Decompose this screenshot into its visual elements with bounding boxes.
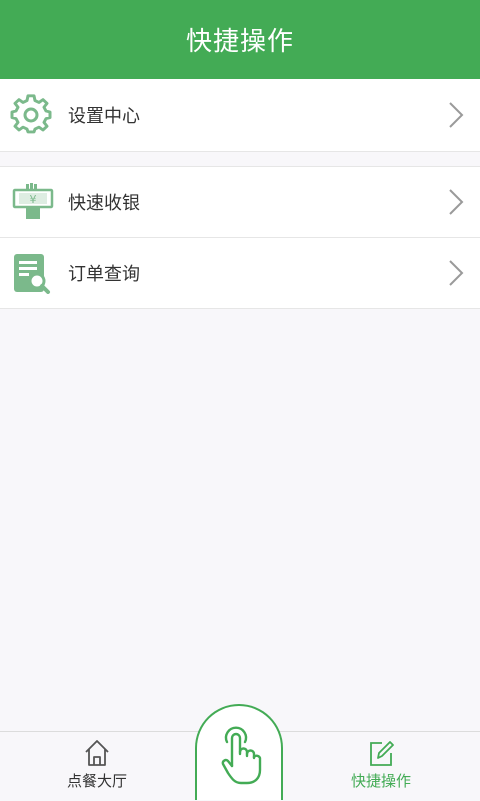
tab-label: 点餐大厅 xyxy=(66,772,127,790)
menu-item-label: 设置中心 xyxy=(68,106,140,127)
divider xyxy=(0,151,480,152)
chevron-right-icon xyxy=(449,102,464,128)
menu-item-label: 订单查询 xyxy=(68,264,140,285)
menu-item-quick-checkout[interactable]: ¥ 快速收银 xyxy=(0,167,480,237)
edit-icon xyxy=(370,741,394,766)
divider xyxy=(0,308,480,309)
tap-hand-icon xyxy=(221,726,262,785)
svg-text:¥: ¥ xyxy=(30,193,37,206)
tab-label: 快捷操作 xyxy=(350,772,411,790)
home-icon xyxy=(85,740,109,766)
chevron-right-icon xyxy=(449,189,464,215)
tab-ordering-hall[interactable]: 点餐大厅 xyxy=(37,732,157,801)
center-action-button[interactable] xyxy=(195,704,283,800)
app-header: 快捷操作 xyxy=(0,0,480,79)
gear-icon xyxy=(10,94,52,134)
tab-quick-actions[interactable]: 快捷操作 xyxy=(321,732,441,801)
menu-item-settings[interactable]: 设置中心 xyxy=(0,79,480,151)
menu-item-order-query[interactable]: 订单查询 xyxy=(0,238,480,308)
page-title: 快捷操作 xyxy=(185,27,294,57)
cash-hand-icon: ¥ xyxy=(12,183,54,219)
menu-item-label: 快速收银 xyxy=(68,193,140,214)
order-search-icon xyxy=(14,254,50,294)
chevron-right-icon xyxy=(449,260,464,286)
